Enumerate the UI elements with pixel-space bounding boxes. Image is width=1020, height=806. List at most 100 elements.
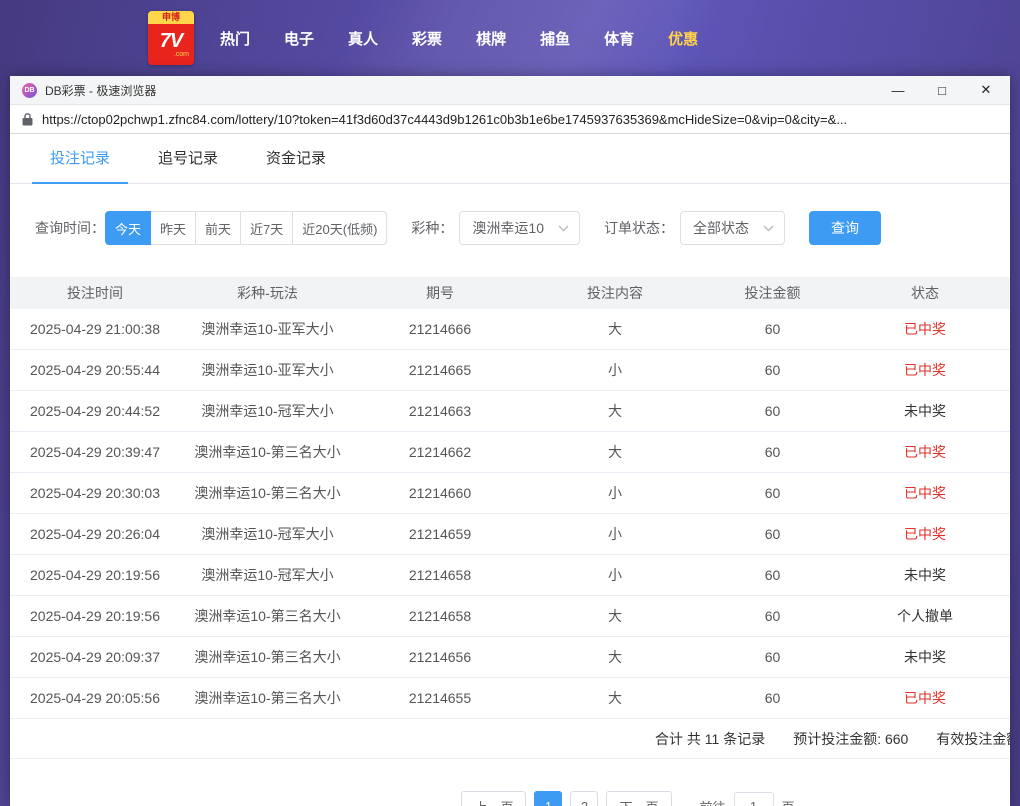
nav-item-board[interactable]: 棋牌 [476, 28, 506, 49]
goto-page-input[interactable] [734, 792, 774, 806]
nav-item-slots[interactable]: 电子 [284, 28, 314, 49]
nav-item-fishing[interactable]: 捕鱼 [540, 28, 570, 49]
time-option-last-7[interactable]: 近7天 [240, 211, 293, 245]
table-row: 2025-04-29 20:26:04澳洲幸运10-冠军大小21214659小6… [10, 514, 1010, 555]
cell-amount: 60 [705, 567, 840, 583]
chevron-down-icon [763, 225, 774, 232]
column-header-time: 投注时间 [10, 283, 180, 303]
time-option-today[interactable]: 今天 [105, 211, 151, 245]
cell-time: 2025-04-29 21:00:38 [10, 321, 180, 337]
close-button[interactable]: ✕ [964, 76, 1008, 104]
cell-time: 2025-04-29 20:09:37 [10, 649, 180, 665]
page-content: 投注记录追号记录资金记录 查询时间： 今天昨天前天近7天近20天(低频) 彩种：… [10, 134, 1010, 806]
cell-content: 大 [525, 442, 705, 462]
nav-item-hot[interactable]: 热门 [220, 28, 250, 49]
tab-chase-records[interactable]: 追号记录 [140, 134, 236, 183]
cell-game: 澳洲幸运10-第三名大小 [180, 442, 355, 462]
cell-time: 2025-04-29 20:55:44 [10, 362, 180, 378]
cell-game: 澳洲幸运10-亚军大小 [180, 360, 355, 380]
cell-content: 小 [525, 565, 705, 585]
cell-issue: 21214660 [355, 485, 525, 501]
cell-game: 澳洲幸运10-第三名大小 [180, 688, 355, 708]
cell-issue: 21214655 [355, 690, 525, 706]
nav-item-lottery[interactable]: 彩票 [412, 28, 442, 49]
cell-game: 澳洲幸运10-第三名大小 [180, 647, 355, 667]
tab-bet-records[interactable]: 投注记录 [32, 134, 128, 183]
prev-page-button[interactable]: 上一页 [461, 791, 526, 806]
nav-item-sports[interactable]: 体育 [604, 28, 634, 49]
cell-time: 2025-04-29 20:44:52 [10, 403, 180, 419]
status-select[interactable]: 全部状态 [680, 211, 785, 245]
cell-content: 小 [525, 483, 705, 503]
lottery-select[interactable]: 澳洲幸运10 [459, 211, 580, 245]
cell-amount: 60 [705, 649, 840, 665]
cell-issue: 21214658 [355, 608, 525, 624]
page-number-2[interactable]: 2 [570, 791, 598, 806]
lock-icon[interactable] [22, 113, 33, 126]
cell-status: 个人撤单 [840, 606, 1010, 626]
cell-content: 小 [525, 360, 705, 380]
search-button[interactable]: 查询 [809, 211, 881, 245]
cell-issue: 21214663 [355, 403, 525, 419]
cell-time: 2025-04-29 20:30:03 [10, 485, 180, 501]
cell-content: 小 [525, 524, 705, 544]
table-row: 2025-04-29 20:19:56澳洲幸运10-冠军大小21214658小6… [10, 555, 1010, 596]
goto-page: 前往 页 [700, 792, 795, 806]
cell-status: 未中奖 [840, 565, 1010, 585]
time-option-yesterday[interactable]: 昨天 [150, 211, 196, 245]
window-controls: —□✕ [876, 76, 1008, 104]
site-logo[interactable]: 申博 7V .com [148, 11, 194, 65]
logo-body: 7V .com [148, 24, 194, 65]
browser-window: DB DB彩票 - 极速浏览器 —□✕ https://ctop02pchwp1… [10, 76, 1010, 806]
logo-main-text: 7V [160, 31, 182, 51]
cell-amount: 60 [705, 526, 840, 542]
time-option-last-20-low[interactable]: 近20天(低频) [292, 211, 387, 245]
lottery-filter-label: 彩种： [411, 218, 453, 238]
page-number-1[interactable]: 1 [534, 791, 562, 806]
tab-fund-records[interactable]: 资金记录 [248, 134, 344, 183]
site-header: 申博 7V .com 热门 电子 真人 彩票 棋牌 捕鱼 体育 优惠 [0, 0, 1020, 76]
minimize-button[interactable]: — [876, 76, 920, 104]
cell-status: 未中奖 [840, 401, 1010, 421]
summary-valid-amount: 有效投注金额 [936, 729, 1010, 749]
cell-status: 已中奖 [840, 483, 1010, 503]
cell-status: 已中奖 [840, 360, 1010, 380]
filter-bar: 查询时间： 今天昨天前天近7天近20天(低频) 彩种： 澳洲幸运10 订单状态：… [35, 210, 1010, 246]
table-row: 2025-04-29 20:44:52澳洲幸运10-冠军大小21214663大6… [10, 391, 1010, 432]
next-page-button[interactable]: 下一页 [606, 791, 671, 806]
cell-game: 澳洲幸运10-第三名大小 [180, 606, 355, 626]
cell-issue: 21214659 [355, 526, 525, 542]
cell-amount: 60 [705, 403, 840, 419]
table-row: 2025-04-29 20:19:56澳洲幸运10-第三名大小21214658大… [10, 596, 1010, 637]
table-row: 2025-04-29 20:09:37澳洲幸运10-第三名大小21214656大… [10, 637, 1010, 678]
column-header-issue: 期号 [355, 283, 525, 303]
maximize-button[interactable]: □ [920, 76, 964, 104]
cell-time: 2025-04-29 20:19:56 [10, 567, 180, 583]
table-row: 2025-04-29 21:00:38澳洲幸运10-亚军大小21214666大6… [10, 309, 1010, 350]
nav-item-promo[interactable]: 优惠 [668, 28, 698, 49]
summary-expected-amount: 预计投注金额: 660 [793, 729, 908, 749]
nav-item-live[interactable]: 真人 [348, 28, 378, 49]
cell-issue: 21214662 [355, 444, 525, 460]
cell-time: 2025-04-29 20:19:56 [10, 608, 180, 624]
table-header: 投注时间彩种-玩法期号投注内容投注金额状态 [10, 277, 1010, 309]
status-select-value: 全部状态 [693, 218, 749, 238]
browser-urlbar[interactable]: https://ctop02pchwp1.zfnc84.com/lottery/… [10, 104, 1010, 134]
cell-issue: 21214665 [355, 362, 525, 378]
logo-suffix-text: .com [174, 51, 189, 59]
column-header-status: 状态 [840, 283, 1010, 303]
goto-page-suffix: 页 [782, 797, 795, 806]
cell-amount: 60 [705, 485, 840, 501]
cell-game: 澳洲幸运10-冠军大小 [180, 524, 355, 544]
time-option-day-before[interactable]: 前天 [195, 211, 241, 245]
cell-issue: 21214656 [355, 649, 525, 665]
cell-status: 已中奖 [840, 319, 1010, 339]
browser-titlebar: DB DB彩票 - 极速浏览器 —□✕ [10, 76, 1010, 104]
time-filter-group: 今天昨天前天近7天近20天(低频) [105, 211, 387, 245]
page-numbers: 12 [534, 791, 598, 806]
cell-status: 未中奖 [840, 647, 1010, 667]
chevron-down-icon [558, 225, 569, 232]
time-filter-label: 查询时间： [35, 218, 105, 238]
cell-game: 澳洲幸运10-亚军大小 [180, 319, 355, 339]
pagination: 上一页 12 下一页 前往 页 [128, 791, 1010, 806]
